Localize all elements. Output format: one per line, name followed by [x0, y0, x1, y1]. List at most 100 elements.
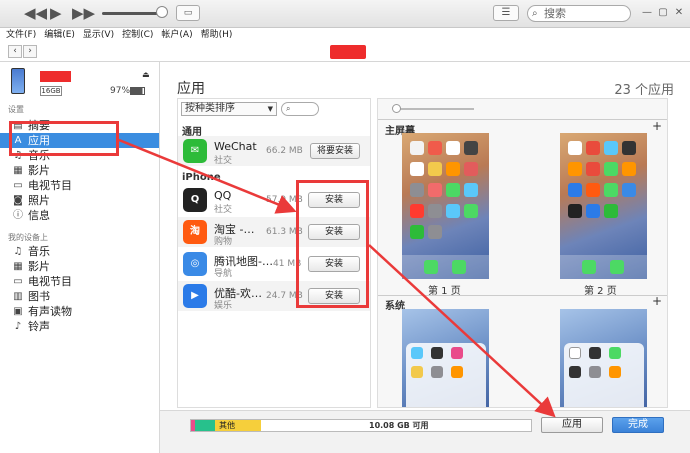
device-item-ringtones[interactable]: ♪ 铃声 [0, 319, 159, 334]
airplay-icon[interactable]: ▭ [176, 5, 200, 21]
group-iphone: iPhone [182, 172, 221, 183]
zoom-slider[interactable] [394, 108, 474, 110]
storage-apps [195, 420, 215, 431]
photos-icon: ◙ [13, 195, 23, 206]
app-row-wechat: ✉ WeChat 社交 66.2 MB 将要安装 [178, 136, 370, 166]
app-grid [566, 139, 642, 223]
device-item-music[interactable]: ♫ 音乐 [0, 244, 159, 259]
tv-icon: ▭ [13, 276, 23, 287]
chevron-down-icon: ▼ [267, 105, 273, 113]
done-button[interactable]: 完成 [612, 417, 664, 433]
movies-icon: ▦ [13, 261, 23, 272]
app-category: 导航 [214, 269, 233, 279]
qq-icon: Q [183, 188, 207, 212]
search-icon: ⌕ [532, 8, 538, 19]
home-page-2[interactable] [560, 133, 647, 279]
menu-controls[interactable]: 控制(C) [122, 28, 153, 42]
device-item-audiobooks[interactable]: ▣ 有声读物 [0, 304, 159, 319]
capacity-badge: 16GB [40, 86, 62, 96]
menu-file[interactable]: 文件(F) [6, 28, 36, 42]
tencent-map-icon: ◎ [183, 252, 207, 276]
app-count: 23 个应用 [614, 83, 674, 98]
system-page-1[interactable] [402, 309, 489, 407]
menu-view[interactable]: 显示(V) [83, 28, 114, 42]
sidebar-item-photos[interactable]: ◙ 照片 [0, 193, 159, 208]
minimize-icon[interactable]: — [640, 6, 654, 20]
sidebar-item-movies[interactable]: ▦ 影片 [0, 163, 159, 178]
bell-icon: ♪ [14, 321, 22, 332]
system-page-2[interactable] [560, 309, 647, 407]
storage-other-label: 其他 [219, 421, 235, 430]
annotation-box-apps [9, 121, 119, 156]
storage-bar: 其他 10.08 GB 可用 [190, 419, 532, 432]
search-icon: ⌕ [286, 104, 291, 113]
menu-help[interactable]: 帮助(H) [201, 28, 233, 42]
zoom-knob[interactable] [392, 104, 401, 113]
storage-free-label: 10.08 GB 可用 [369, 421, 429, 430]
sidebar-item-tv[interactable]: ▭ 电视节目 [0, 178, 159, 193]
will-install-button[interactable]: 将要安装 [310, 143, 360, 159]
sidebar-item-info[interactable]: ⓘ 信息 [0, 208, 159, 223]
app-grid [408, 139, 484, 244]
menu-bar: 文件(F) 编辑(E) 显示(V) 控制(C) 帐户(A) 帮助(H) [0, 28, 690, 42]
taobao-icon: 淘 [183, 220, 207, 244]
nav-bar: ‹ › [0, 42, 690, 62]
device-button[interactable] [330, 45, 366, 59]
forward-button[interactable]: › [23, 45, 37, 58]
system-widget [406, 343, 486, 407]
page-title: 应用 [177, 81, 205, 97]
divider [378, 119, 667, 120]
app-category: 社交 [214, 156, 233, 166]
player-bar: ◀◀ ▶ ▶▶ ▭ ☰ ⌕ 搜索 — ▢ ✕ [0, 0, 690, 28]
music-icon: ♫ [13, 246, 23, 257]
youku-icon: ▶ [183, 284, 207, 308]
app-search-input[interactable]: ⌕ [281, 102, 319, 116]
list-view-button[interactable]: ☰ [493, 5, 519, 21]
search-placeholder: 搜索 [544, 7, 566, 20]
add-page-icon[interactable]: + [652, 294, 662, 308]
volume-knob[interactable] [156, 6, 168, 18]
device-item-tv[interactable]: ▭ 电视节目 [0, 274, 159, 289]
search-input[interactable]: ⌕ 搜索 [527, 5, 631, 22]
volume-slider[interactable] [102, 12, 162, 15]
app-name: QQ [214, 189, 232, 202]
app-name: WeChat [214, 140, 257, 153]
home-page-1[interactable] [402, 133, 489, 279]
app-size: 66.2 MB [266, 146, 303, 156]
movies-icon: ▦ [13, 165, 23, 176]
app-category: 社交 [214, 205, 233, 215]
wechat-icon: ✉ [183, 139, 207, 163]
menu-account[interactable]: 帐户(A) [161, 28, 192, 42]
system-widget [564, 343, 644, 407]
info-icon: ⓘ [13, 210, 23, 221]
app-category: 购物 [214, 237, 233, 247]
books-icon: ▥ [13, 291, 23, 302]
app-category: 娱乐 [214, 301, 233, 311]
divider [378, 295, 667, 296]
add-page-icon[interactable]: + [652, 119, 662, 133]
bottom-bar: 其他 10.08 GB 可用 应用 完成 [160, 410, 690, 453]
back-button[interactable]: ‹ [8, 45, 22, 58]
iphone-icon [11, 68, 25, 94]
audiobooks-icon: ▣ [13, 306, 23, 317]
settings-section-title: 设置 [8, 105, 24, 114]
eject-icon[interactable]: ⏏ [142, 70, 150, 79]
menu-edit[interactable]: 编辑(E) [44, 28, 75, 42]
device-item-books[interactable]: ▥ 图书 [0, 289, 159, 304]
dock [560, 255, 647, 279]
rewind-icon[interactable]: ◀◀ [24, 4, 47, 22]
device-item-movies[interactable]: ▦ 影片 [0, 259, 159, 274]
tv-icon: ▭ [13, 180, 23, 191]
device-section-title: 我的设备上 [8, 233, 48, 242]
sort-select[interactable]: 按种类排序 ▼ [181, 102, 277, 116]
forward-icon[interactable]: ▶▶ [72, 4, 95, 22]
play-icon[interactable]: ▶ [50, 4, 62, 22]
battery-percent: 97% [110, 86, 131, 96]
dock [402, 255, 489, 279]
battery-icon [130, 87, 145, 95]
apply-button[interactable]: 应用 [541, 417, 603, 433]
device-name-redacted [40, 71, 71, 82]
maximize-icon[interactable]: ▢ [656, 6, 670, 20]
close-icon[interactable]: ✕ [672, 6, 686, 20]
annotation-box-install [296, 180, 369, 308]
